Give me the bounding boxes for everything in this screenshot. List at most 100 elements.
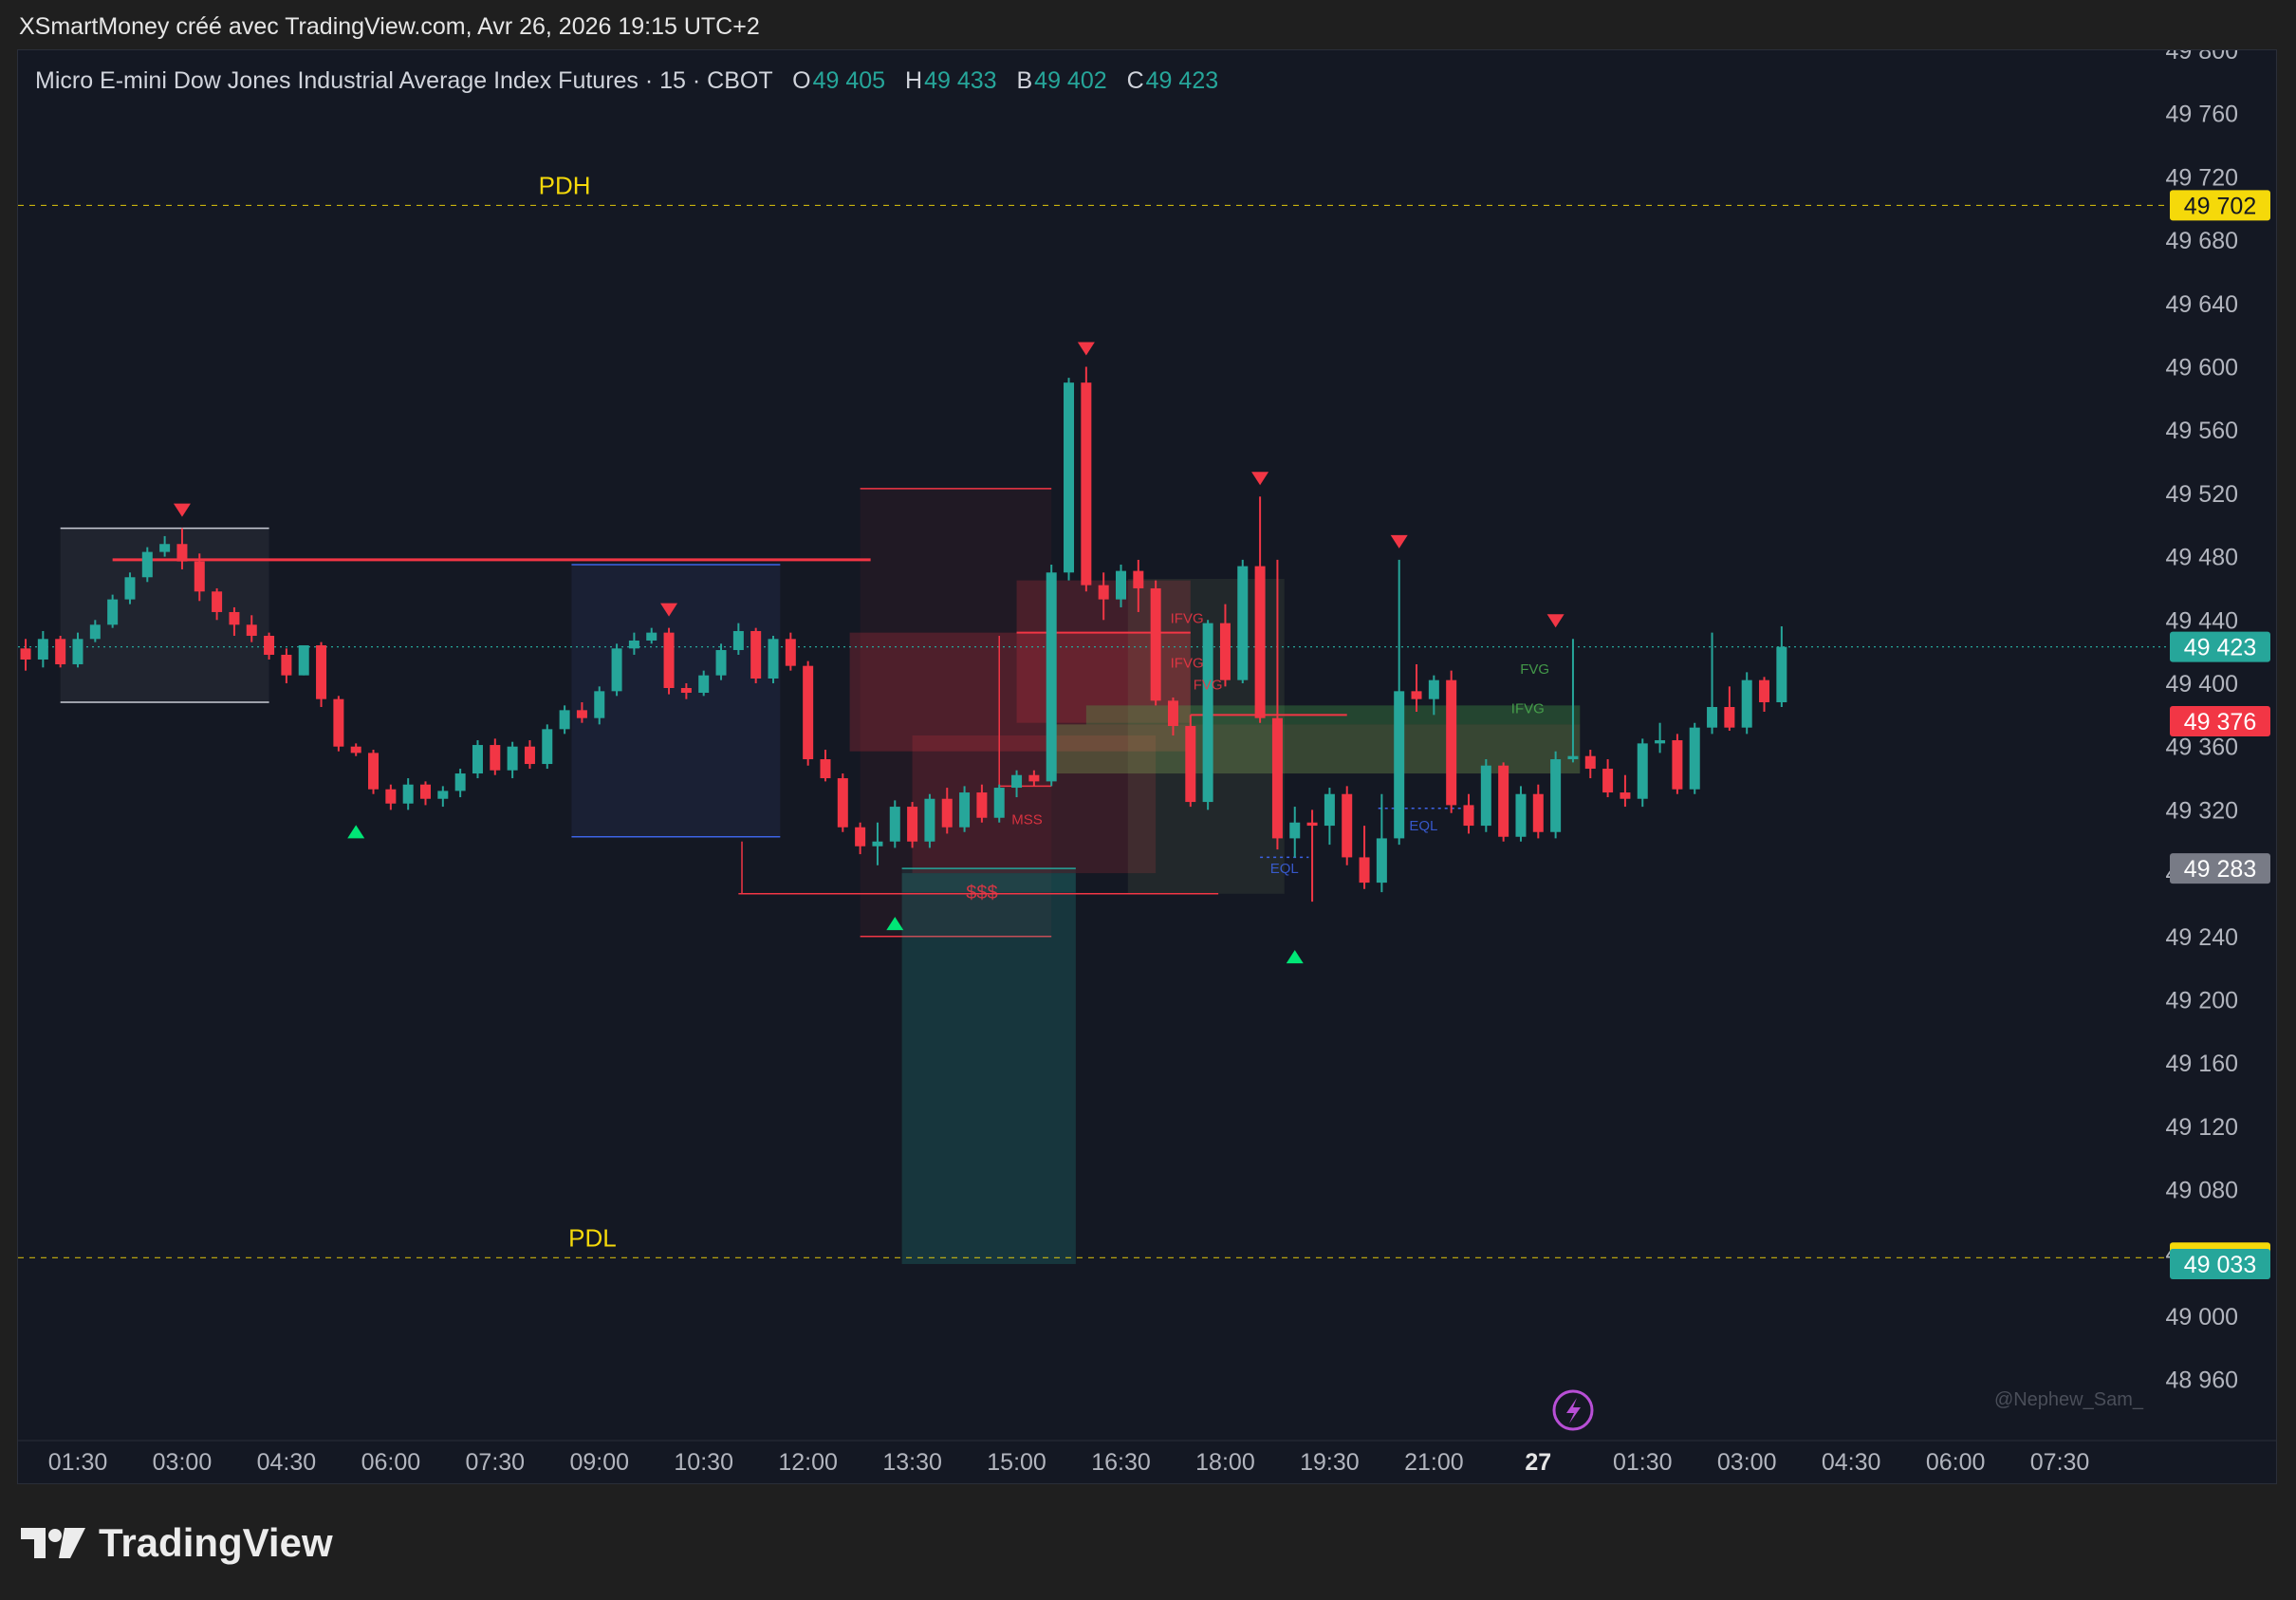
chart-pane[interactable]: 49 800 49 760 49 720 49 680 49 640 49 600 49 5…: [17, 49, 2277, 1484]
candlestick-chart[interactable]: 49 800 49 760 49 720 49 680 49 640 49 600 49 5…: [18, 50, 2277, 1484]
symbol-name: Micro E-mini Dow Jones Industrial Averag…: [35, 67, 773, 94]
price-label-text: 49 702: [2184, 193, 2256, 219]
candle-body: [576, 710, 587, 718]
candle-body: [472, 745, 483, 774]
candle-body: [402, 784, 414, 804]
tradingview-brand[interactable]: TradingView: [21, 1520, 333, 1566]
candle-body: [628, 640, 639, 649]
candle-body: [941, 798, 953, 828]
candle-body: [1411, 691, 1422, 699]
zone-annotation: IFVG: [1511, 701, 1545, 717]
candle-body: [698, 675, 710, 694]
zone-annotation: $$$: [966, 883, 997, 903]
candle-body: [1637, 743, 1648, 799]
x-tick-label: 06:00: [1926, 1449, 1986, 1476]
x-tick-label: 03:00: [153, 1449, 213, 1476]
candle-body: [1776, 646, 1787, 703]
y-tick-label: 49 800: [2166, 50, 2238, 65]
y-tick-label: 49 720: [2166, 164, 2238, 191]
open-label: O: [792, 67, 811, 94]
candle-body: [420, 784, 431, 799]
candle-body: [559, 710, 570, 730]
symbol-legend: Micro E-mini Dow Jones Industrial Averag…: [35, 67, 1218, 95]
candle-body: [368, 753, 380, 790]
candle-body: [924, 798, 935, 842]
y-tick-label: 49 000: [2166, 1304, 2238, 1330]
y-tick-label: 49 600: [2166, 355, 2238, 381]
candle-body: [1759, 679, 1770, 703]
y-tick-label: 49 400: [2166, 671, 2238, 698]
candle-body: [176, 544, 188, 562]
candle-body: [89, 624, 101, 640]
candle-body: [1237, 566, 1249, 680]
candle-body: [1463, 805, 1474, 827]
candle-body: [1219, 623, 1231, 680]
candle-body: [1064, 382, 1075, 573]
candle-body: [1254, 566, 1266, 718]
y-tick-label: 48 960: [2166, 1367, 2238, 1394]
candle-body: [55, 639, 66, 664]
candle-body: [1498, 765, 1509, 837]
x-tick-label: 16:30: [1091, 1449, 1151, 1476]
candle-body: [1011, 774, 1023, 789]
candle-body: [524, 746, 535, 765]
x-tick-label: 27: [1525, 1449, 1551, 1476]
high-value: 49 433: [924, 67, 997, 94]
candle-body: [855, 827, 866, 847]
x-tick-label: 07:30: [2030, 1449, 2090, 1476]
bid-value: 49 402: [1034, 67, 1107, 94]
candle-body: [872, 841, 883, 847]
zone-annotation: FVG: [1194, 678, 1223, 694]
candle-body: [1394, 691, 1405, 839]
y-tick-label: 49 320: [2166, 797, 2238, 824]
candle-body: [1167, 700, 1178, 727]
x-tick-label: 15:00: [987, 1449, 1046, 1476]
x-tick-label: 03:00: [1717, 1449, 1777, 1476]
candle-body: [264, 635, 275, 655]
candle-body: [350, 746, 361, 753]
y-tick-label: 49 640: [2166, 291, 2238, 318]
x-tick-label: 07:30: [466, 1449, 526, 1476]
y-tick-label: 49 160: [2166, 1051, 2238, 1077]
candle-body: [72, 639, 83, 664]
x-tick-label: 19:30: [1300, 1449, 1360, 1476]
candle-body: [680, 688, 692, 694]
candle-body: [768, 639, 779, 679]
candle-body: [732, 630, 744, 650]
candle-body: [437, 791, 449, 799]
candle-body: [1342, 793, 1353, 858]
price-label-text: 49 423: [2184, 635, 2256, 661]
candle-body: [1515, 793, 1527, 837]
candle-body: [281, 654, 292, 676]
candle-body: [1133, 570, 1144, 588]
candle-body: [1306, 822, 1318, 827]
candle-body: [1480, 765, 1491, 827]
x-tick-label: 09:00: [569, 1449, 629, 1476]
candle-body: [385, 789, 397, 804]
candle-body: [107, 599, 119, 625]
candle-body: [1532, 793, 1544, 832]
candle-body: [1081, 382, 1092, 586]
x-tick-label: 01:30: [1613, 1449, 1673, 1476]
candle-body: [542, 729, 553, 765]
candle-body: [1185, 726, 1196, 803]
zone-annotation: EQL: [1270, 861, 1299, 877]
candle-body: [663, 632, 675, 689]
candle-body: [1446, 679, 1457, 806]
bid-label: B: [1016, 67, 1033, 94]
level-label: PDL: [568, 1223, 617, 1252]
candle-body: [1655, 740, 1666, 744]
candle-body: [37, 639, 48, 660]
candle-body: [20, 648, 31, 660]
candle-body: [1707, 707, 1718, 728]
candle-body: [1202, 623, 1213, 803]
y-tick-label: 49 520: [2166, 481, 2238, 508]
candle-body: [1567, 755, 1579, 760]
candle-body: [1028, 774, 1040, 782]
candle-body: [959, 792, 971, 828]
y-tick-label: 49 560: [2166, 418, 2238, 444]
candle-body: [1376, 838, 1387, 884]
candle-body: [212, 591, 223, 612]
candle-body: [333, 698, 344, 747]
candle-body: [1689, 727, 1700, 790]
